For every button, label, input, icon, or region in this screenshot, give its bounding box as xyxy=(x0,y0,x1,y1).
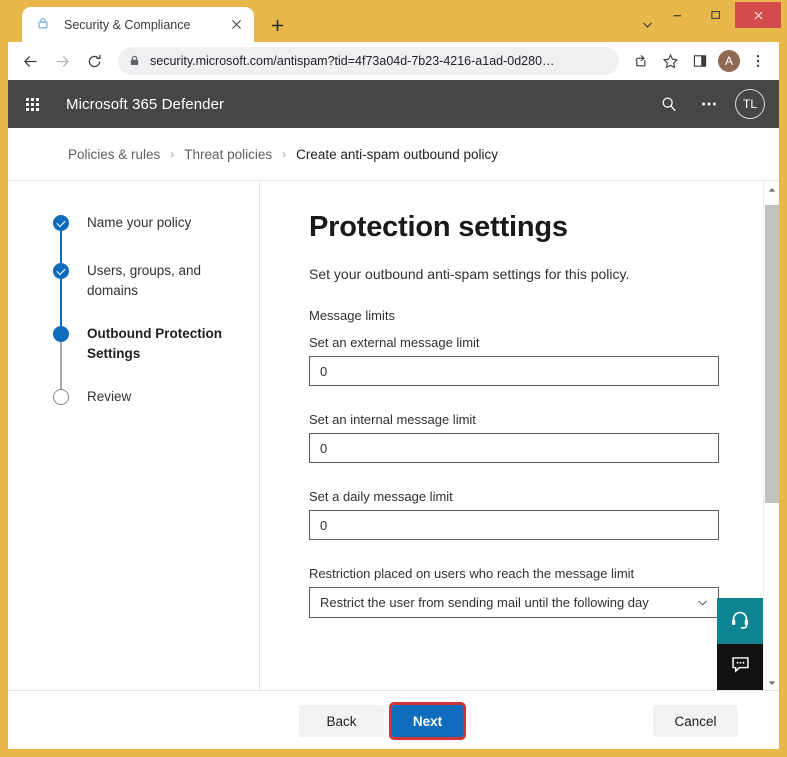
step-marker-pending xyxy=(53,389,69,406)
wizard-step-name-your-policy[interactable]: Name your policy xyxy=(53,213,259,265)
help-support-button[interactable] xyxy=(717,598,763,644)
avatar[interactable]: TL xyxy=(735,89,765,119)
minimize-icon[interactable] xyxy=(659,2,697,28)
app-launcher-icon[interactable] xyxy=(8,80,56,128)
tab-title: Security & Compliance xyxy=(64,17,191,32)
wizard-footer: Back Next Cancel xyxy=(8,690,779,749)
feedback-chat-icon xyxy=(730,654,751,680)
browser-tab[interactable]: Security & Compliance xyxy=(22,7,254,42)
suite-bar: Microsoft 365 Defender TL xyxy=(8,80,779,128)
breadcrumb-item-policies[interactable]: Policies & rules xyxy=(68,147,160,162)
lock-icon xyxy=(128,54,142,68)
field-label: Set an external message limit xyxy=(309,335,480,350)
suite-bar-actions: TL xyxy=(649,84,779,124)
headset-icon xyxy=(729,608,751,635)
step-marker-done xyxy=(53,215,69,231)
arrow-right-icon[interactable] xyxy=(46,46,78,76)
wizard-body: Name your policy Users, groups, and doma… xyxy=(8,180,779,691)
new-tab-button[interactable] xyxy=(265,13,289,37)
page-subtitle: Set your outbound anti-spam settings for… xyxy=(309,266,630,282)
step-label: Users, groups, and domains xyxy=(87,263,202,298)
breadcrumb-item-current: Create anti-spam outbound policy xyxy=(296,146,498,162)
internal-message-limit-input[interactable] xyxy=(309,433,719,463)
back-button[interactable]: Back xyxy=(299,705,384,737)
step-label: Review xyxy=(87,389,132,405)
field-restriction: Restriction placed on users who reach th… xyxy=(309,566,763,618)
wizard-step-review[interactable]: Review xyxy=(53,387,259,411)
browser-toolbar: security.microsoft.com/antispam?tid=4f73… xyxy=(8,42,779,80)
message-limits-label: Message limits xyxy=(309,308,395,323)
field-daily-message-limit: Set a daily message limit xyxy=(309,489,763,540)
step-connector xyxy=(60,342,62,392)
field-label: Set a daily message limit xyxy=(309,489,453,504)
field-label: Set an internal message limit xyxy=(309,412,476,427)
restriction-selected-value: Restrict the user from sending mail unti… xyxy=(309,587,719,618)
star-icon[interactable] xyxy=(655,47,685,75)
collections-icon[interactable] xyxy=(685,47,715,75)
chevron-right-icon: › xyxy=(282,147,287,161)
more-vertical-icon[interactable] xyxy=(743,47,773,75)
content-scrollbar[interactable] xyxy=(763,181,779,691)
maximize-icon[interactable] xyxy=(697,2,735,28)
feedback-button[interactable] xyxy=(717,644,763,690)
step-connector xyxy=(60,231,62,265)
arrow-left-icon[interactable] xyxy=(14,46,46,76)
step-marker-done xyxy=(53,263,69,279)
tab-strip: Security & Compliance xyxy=(0,0,787,42)
step-label: Name your policy xyxy=(87,215,192,230)
wizard-content-pane: Protection settings Set your outbound an… xyxy=(261,181,763,691)
chevron-right-icon: › xyxy=(170,147,175,161)
more-horizontal-icon[interactable] xyxy=(689,84,729,124)
breadcrumb-item-threat-policies[interactable]: Threat policies xyxy=(184,147,272,162)
search-icon[interactable] xyxy=(649,84,689,124)
field-internal-message-limit: Set an internal message limit xyxy=(309,412,763,463)
close-icon[interactable] xyxy=(226,15,246,35)
scrollbar-thumb[interactable] xyxy=(765,205,779,503)
page-title: Protection settings xyxy=(309,211,568,243)
chevron-down-icon xyxy=(696,596,709,614)
share-icon[interactable] xyxy=(625,47,655,75)
suite-title: Microsoft 365 Defender xyxy=(66,95,225,113)
close-icon[interactable] xyxy=(735,2,781,28)
browser-window: Security & Compliance security.microsoft… xyxy=(0,0,787,757)
step-label: Outbound Protection Settings xyxy=(87,326,222,361)
external-message-limit-input[interactable] xyxy=(309,356,719,386)
step-marker-active xyxy=(53,326,69,343)
avatar[interactable]: A xyxy=(718,50,740,72)
next-button[interactable]: Next xyxy=(389,702,466,740)
window-controls xyxy=(659,2,781,28)
breadcrumb: Policies & rules › Threat policies › Cre… xyxy=(8,128,779,180)
restriction-dropdown[interactable]: Restrict the user from sending mail unti… xyxy=(309,587,719,618)
url-text: security.microsoft.com/antispam?tid=4f73… xyxy=(150,54,555,68)
wizard-step-rail: Name your policy Users, groups, and doma… xyxy=(8,181,260,691)
field-external-message-limit: Set an external message limit xyxy=(309,335,763,386)
wizard-step-users-groups-domains[interactable]: Users, groups, and domains xyxy=(53,261,259,329)
cancel-button[interactable]: Cancel xyxy=(653,705,738,737)
wizard-step-outbound-protection-settings[interactable]: Outbound Protection Settings xyxy=(53,324,259,392)
caret-down-icon[interactable] xyxy=(764,674,779,691)
daily-message-limit-input[interactable] xyxy=(309,510,719,540)
reload-icon[interactable] xyxy=(78,46,110,76)
step-connector xyxy=(60,279,62,329)
lock-icon xyxy=(36,16,54,34)
field-label: Restriction placed on users who reach th… xyxy=(309,566,635,581)
caret-up-icon[interactable] xyxy=(764,181,779,198)
chevron-down-icon[interactable] xyxy=(637,14,657,34)
page-viewport: Microsoft 365 Defender TL Policies & rul… xyxy=(8,80,779,749)
address-bar[interactable]: security.microsoft.com/antispam?tid=4f73… xyxy=(118,47,619,75)
